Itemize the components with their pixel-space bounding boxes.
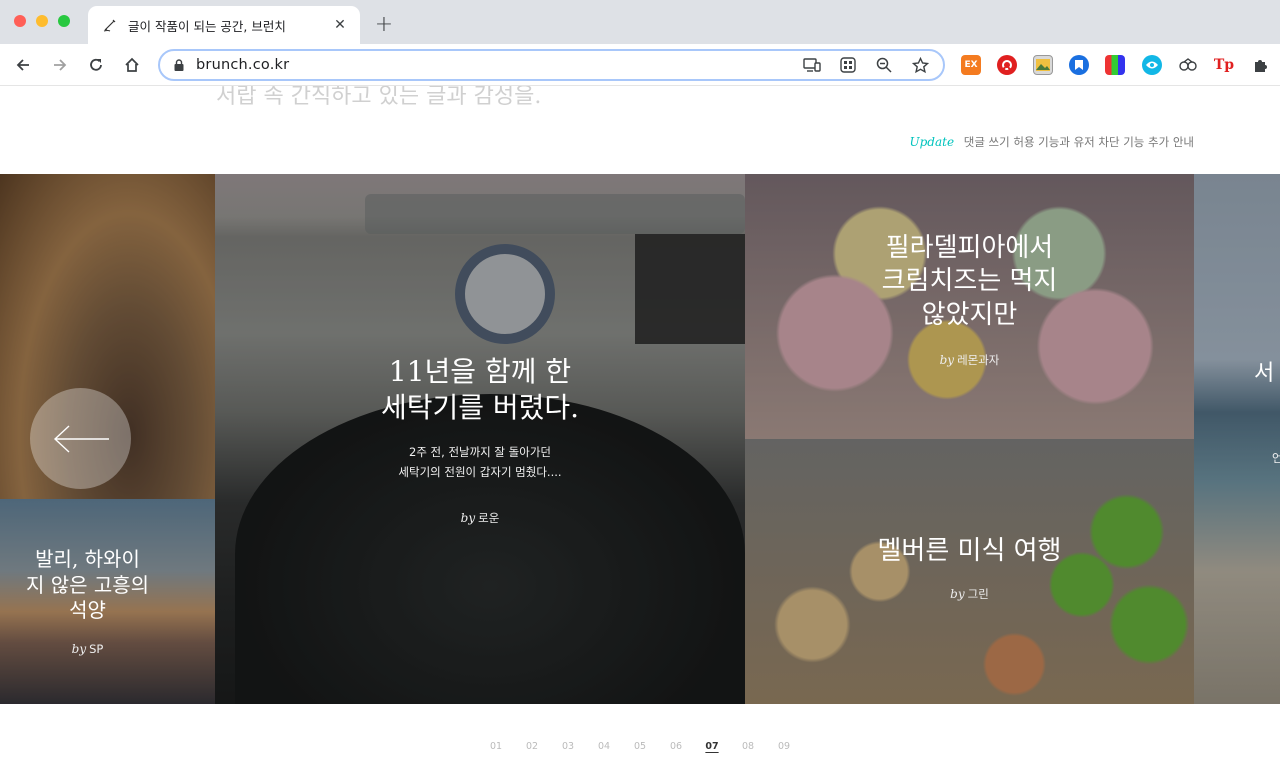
browser-tab-active[interactable]: 글이 작품이 되는 공간, 브런치 ✕ bbox=[88, 6, 360, 44]
forward-arrow-icon[interactable] bbox=[47, 52, 73, 78]
card-author: by SP bbox=[71, 641, 104, 656]
pager-item[interactable]: 09 bbox=[766, 741, 802, 752]
cast-icon[interactable] bbox=[799, 54, 825, 76]
browser-toolbar: brunch.co.kr EX Tp bbox=[0, 44, 1280, 86]
zoom-icon[interactable] bbox=[871, 54, 897, 76]
card-cupcakes[interactable]: 필라델피아에서 크림치즈는 먹지 않았지만 by 레몬과자 bbox=[745, 174, 1194, 439]
card-sunset[interactable]: 발리, 하와이 지 않은 고흥의 석양 by SP bbox=[0, 499, 215, 704]
pager-item[interactable]: 04 bbox=[586, 741, 622, 752]
minimize-window-button[interactable] bbox=[36, 15, 48, 27]
card-sea[interactable]: 서 언 bbox=[1194, 174, 1280, 704]
update-text: 댓글 쓰기 허용 기능과 유저 차단 기능 추가 안내 bbox=[963, 135, 1194, 149]
update-label: Update bbox=[909, 135, 955, 149]
card-macarons[interactable]: 멜버른 미식 여행 by 그린 bbox=[745, 439, 1194, 704]
eye-extension-icon[interactable] bbox=[1142, 55, 1162, 75]
card-author: by 그린 bbox=[950, 587, 989, 602]
bookmark-star-icon[interactable] bbox=[907, 54, 933, 76]
sync-extension-icon[interactable] bbox=[997, 55, 1017, 75]
pager-item[interactable]: 01 bbox=[478, 741, 514, 752]
image-extension-icon[interactable] bbox=[1033, 55, 1053, 75]
card-author: by 레몬과자 bbox=[939, 352, 1000, 367]
card-title: 필라델피아에서 크림치즈는 먹지 않았지만 bbox=[881, 233, 1058, 330]
reload-icon[interactable] bbox=[83, 52, 109, 78]
featured-slider: 발리, 하와이 지 않은 고흥의 석양 by SP 11년을 함께 한 세탁기를… bbox=[0, 174, 1280, 704]
color-grid-extension-icon[interactable] bbox=[1105, 55, 1125, 75]
new-tab-button[interactable]: + bbox=[372, 12, 396, 37]
pager-item[interactable]: 03 bbox=[550, 741, 586, 752]
pager-item[interactable]: 05 bbox=[622, 741, 658, 752]
maximize-window-button[interactable] bbox=[58, 15, 70, 27]
arrow-left-icon bbox=[53, 424, 109, 453]
card-description: 언 bbox=[1272, 451, 1280, 466]
link-extension-icon[interactable] bbox=[1178, 55, 1198, 75]
card-title: 멜버른 미식 여행 bbox=[877, 536, 1062, 566]
card-washing-machine[interactable]: 11년을 함께 한 세탁기를 버렸다. 2주 전, 전날까지 잘 돌아가던 세탁… bbox=[215, 174, 745, 704]
bookmark-extension-icon[interactable] bbox=[1069, 55, 1089, 75]
back-arrow-icon[interactable] bbox=[10, 52, 36, 78]
close-window-button[interactable] bbox=[14, 15, 26, 27]
pager-item[interactable]: 08 bbox=[730, 741, 766, 752]
update-notice[interactable]: Update 댓글 쓰기 허용 기능과 유저 차단 기능 추가 안내 bbox=[910, 134, 1194, 150]
lock-icon bbox=[174, 59, 184, 71]
tab-title: 글이 작품이 되는 공간, 브런치 bbox=[128, 18, 286, 34]
brunch-page: 서랍 속 간직하고 있는 글과 감성을. Update 댓글 쓰기 허용 기능과… bbox=[0, 86, 1280, 768]
pen-nib-icon bbox=[102, 17, 118, 33]
tab-close-icon[interactable]: ✕ bbox=[330, 15, 350, 35]
ex-extension-icon[interactable]: EX bbox=[961, 55, 981, 75]
browser-tab-bar: 글이 작품이 되는 공간, 브런치 ✕ + bbox=[0, 0, 1280, 44]
qr-code-icon[interactable] bbox=[835, 54, 861, 76]
puzzle-extensions-icon[interactable] bbox=[1250, 55, 1270, 75]
url-text: brunch.co.kr bbox=[196, 57, 290, 73]
prev-slide-button[interactable] bbox=[30, 388, 131, 489]
slider-pager: 01 02 03 04 05 06 07 08 09 bbox=[0, 734, 1280, 753]
address-bar[interactable]: brunch.co.kr bbox=[158, 49, 945, 81]
pager-item[interactable]: 06 bbox=[658, 741, 694, 752]
pager-item[interactable]: 02 bbox=[514, 741, 550, 752]
card-title: 발리, 하와이 지 않은 고흥의 석양 bbox=[25, 547, 150, 623]
card-author: by 로운 bbox=[460, 510, 500, 525]
card-title: 11년을 함께 한 세탁기를 버렸다. bbox=[380, 355, 580, 424]
home-icon[interactable] bbox=[119, 52, 145, 78]
tp-extension-icon[interactable]: Tp bbox=[1214, 55, 1234, 75]
card-title: 서 bbox=[1254, 361, 1275, 386]
page-tagline: 서랍 속 간직하고 있는 글과 감성을. bbox=[216, 86, 542, 109]
pager-item-active[interactable]: 07 bbox=[694, 741, 730, 752]
card-description: 2주 전, 전날까지 잘 돌아가던 세탁기의 전원이 갑자기 멈췄다.... bbox=[398, 444, 562, 479]
